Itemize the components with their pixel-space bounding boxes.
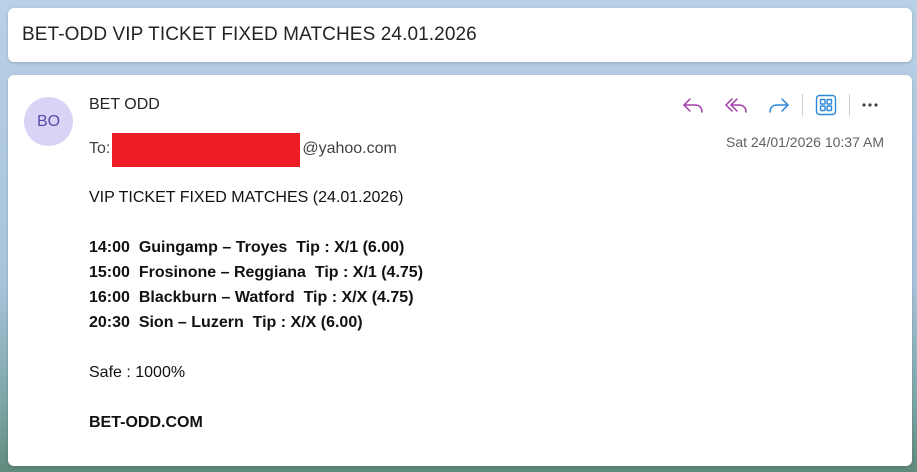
- more-options-button[interactable]: [856, 91, 884, 119]
- toolbar-divider: [849, 94, 850, 116]
- safe-text: Safe : 1000%: [89, 364, 186, 381]
- avatar[interactable]: BO: [24, 97, 73, 146]
- site-text: BET-ODD.COM: [89, 414, 203, 431]
- sent-date: Sat 24/01/2026 10:37 AM: [725, 134, 884, 150]
- reply-all-button[interactable]: [722, 91, 750, 119]
- message-body: VIP TICKET FIXED MATCHES (24.01.2026) 14…: [89, 185, 423, 435]
- apps-button[interactable]: [812, 91, 840, 119]
- recipient-row: To: @yahoo.com: [89, 132, 397, 167]
- email-subject: BET-ODD VIP TICKET FIXED MATCHES 24.01.2…: [22, 24, 477, 45]
- reply-button[interactable]: [679, 91, 707, 119]
- subject-bar: BET-ODD VIP TICKET FIXED MATCHES 24.01.2…: [8, 8, 912, 62]
- message-actions: [679, 91, 884, 119]
- to-label: To:: [89, 140, 111, 157]
- reply-icon: [683, 98, 703, 113]
- redacted-recipient: [112, 133, 301, 167]
- body-heading: VIP TICKET FIXED MATCHES (24.01.2026): [89, 189, 404, 206]
- recipient-domain[interactable]: @yahoo.com: [302, 140, 397, 158]
- toolbar-divider: [802, 94, 803, 116]
- email-message: BO BET ODD To: @yahoo.com Sat 24/01/2026…: [8, 75, 912, 466]
- more-icon: [862, 103, 878, 107]
- reply-all-icon: [725, 98, 747, 113]
- sender-name[interactable]: BET ODD: [89, 96, 160, 114]
- match-line: 15:00 Frosinone – Reggiana Tip : X/1 (4.…: [89, 264, 424, 281]
- apps-icon: [815, 94, 837, 116]
- forward-button[interactable]: [765, 91, 793, 119]
- forward-icon: [769, 98, 789, 113]
- match-line: 16:00 Blackburn – Watford Tip : X/X (4.7…: [89, 289, 414, 306]
- match-line: 14:00 Guingamp – Troyes Tip : X/1 (6.00): [89, 239, 405, 256]
- match-line: 20:30 Sion – Luzern Tip : X/X (6.00): [89, 314, 363, 331]
